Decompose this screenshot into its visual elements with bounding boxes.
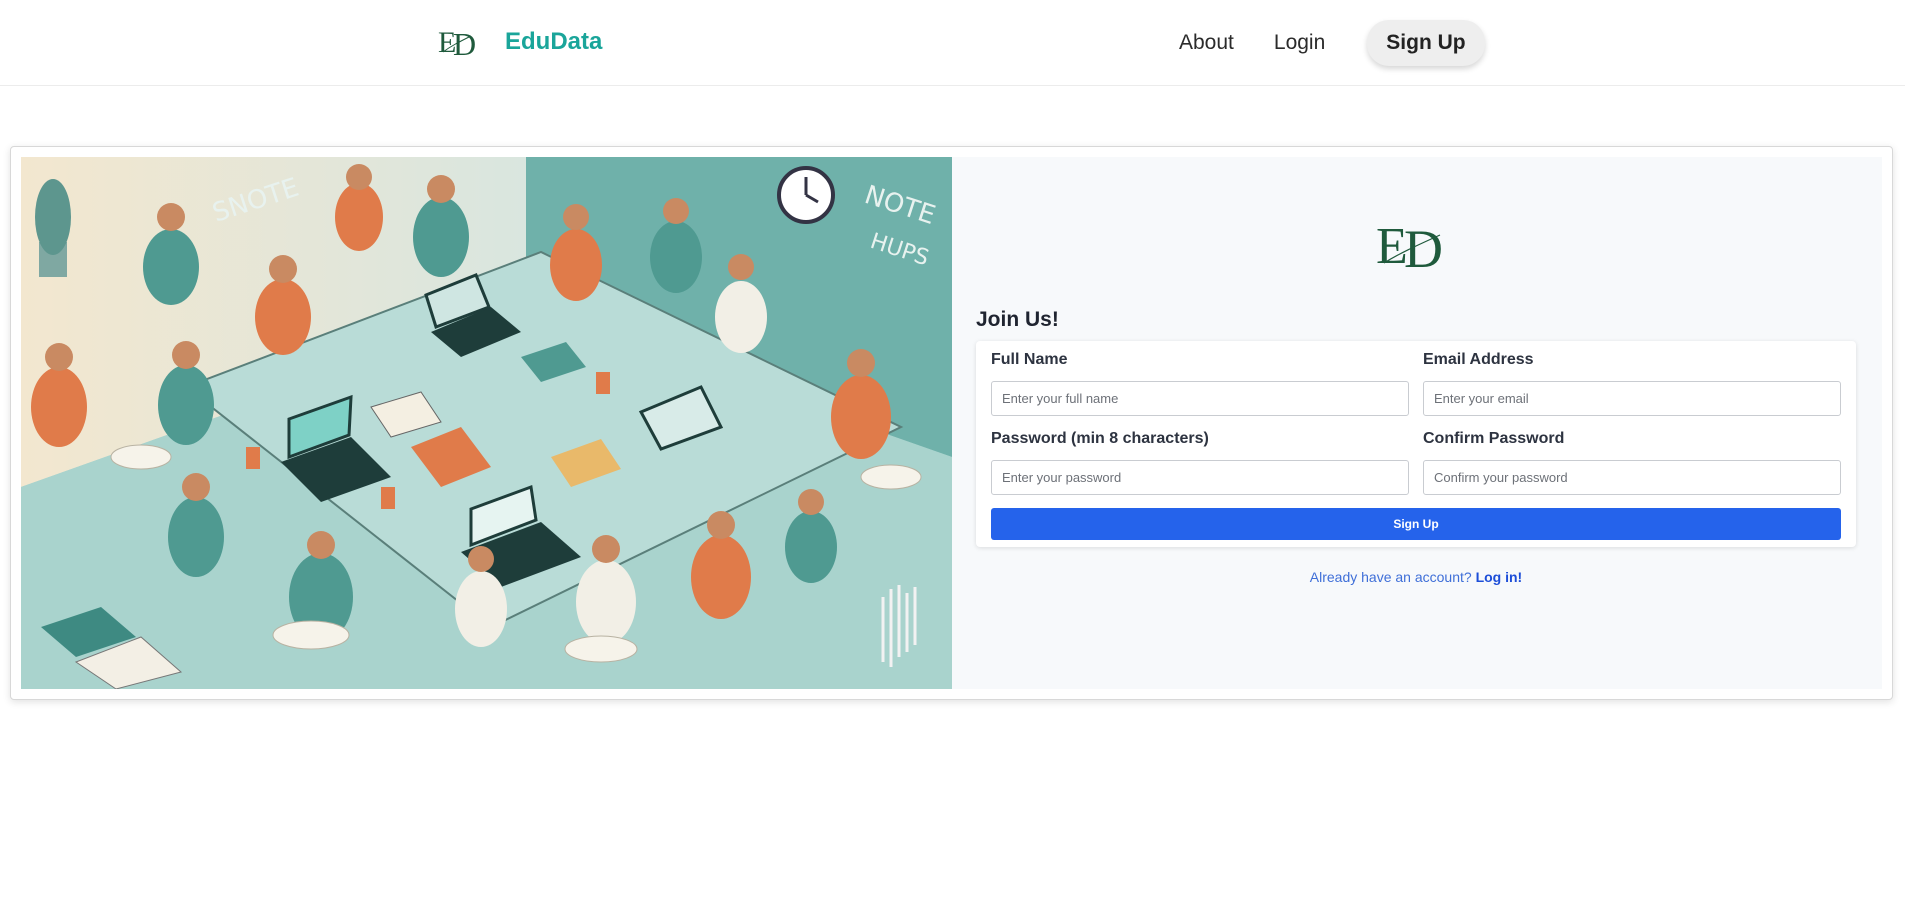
confirm-password-input[interactable] <box>1423 460 1841 495</box>
password-input[interactable] <box>991 460 1409 495</box>
edudata-logo-icon: E D <box>438 26 476 62</box>
top-navbar: E D EduData About Login Sign Up <box>0 0 1905 86</box>
password-group: Password (min 8 characters) <box>991 430 1409 495</box>
login-prompt: Already have an account? Log in! <box>976 569 1856 585</box>
email-group: Email Address <box>1423 351 1841 416</box>
nav-about-link[interactable]: About <box>1179 31 1234 55</box>
signup-submit-button[interactable]: Sign Up <box>991 508 1841 540</box>
nav-login-link[interactable]: Login <box>1274 31 1325 55</box>
edudata-logo-icon: E D <box>1376 218 1443 275</box>
login-link[interactable]: Log in! <box>1476 569 1523 585</box>
signup-form: Full Name Email Address Password (min 8 … <box>976 341 1856 547</box>
password-label: Password (min 8 characters) <box>991 430 1209 447</box>
full-name-label: Full Name <box>991 351 1068 368</box>
full-name-group: Full Name <box>991 351 1409 416</box>
brand[interactable]: E D EduData <box>437 22 602 62</box>
main-nav: About Login Sign Up <box>1179 20 1485 66</box>
email-input[interactable] <box>1423 381 1841 416</box>
confirm-password-label: Confirm Password <box>1423 430 1565 447</box>
confirm-password-group: Confirm Password <box>1423 430 1841 495</box>
svg-text:D: D <box>1404 219 1443 275</box>
signup-card: SNOTE NOTE HUPS E D Join Us! Full Name E… <box>10 146 1893 700</box>
join-us-heading: Join Us! <box>976 308 1059 331</box>
full-name-input[interactable] <box>991 381 1409 416</box>
email-label: Email Address <box>1423 351 1534 368</box>
login-prompt-text: Already have an account? <box>1309 569 1472 585</box>
nav-signup-button[interactable]: Sign Up <box>1367 20 1485 66</box>
signup-panel: E D Join Us! Full Name Email Address Pas… <box>952 157 1882 689</box>
brand-name: EduData <box>505 28 603 55</box>
svg-text:E: E <box>1376 218 1408 275</box>
students-collaboration-illustration: SNOTE NOTE HUPS <box>21 157 952 689</box>
